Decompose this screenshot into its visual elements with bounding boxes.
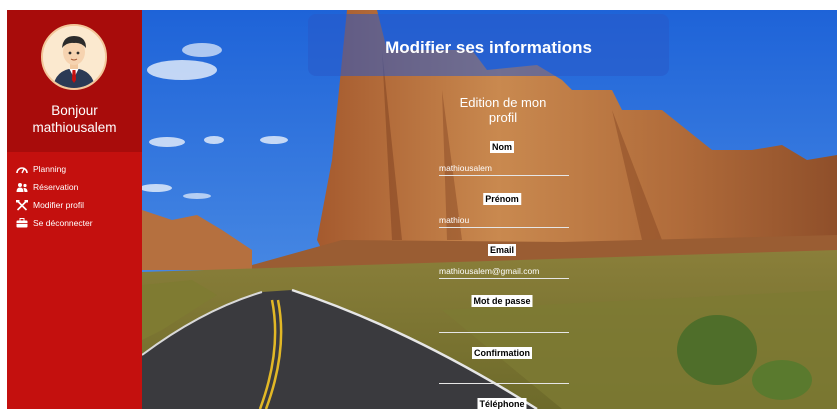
sidebar-item-planning[interactable]: Planning xyxy=(15,160,93,178)
page-title: Modifier ses informations xyxy=(385,38,592,57)
sidebar-item-label: Modifier profil xyxy=(33,200,85,210)
greeting: Bonjour mathiousalem xyxy=(7,102,142,136)
telephone-label: Téléphone xyxy=(477,398,527,409)
title-bar: Modifier ses informations xyxy=(308,14,669,76)
sidebar-item-label: Planning xyxy=(33,164,67,174)
password-label-wrap: Mot de passe xyxy=(437,295,567,307)
confirmation-label-wrap: Confirmation xyxy=(437,347,567,359)
confirmation-label: Confirmation xyxy=(472,347,532,359)
sidebar-menu: Planning Réservation Modifier profil Se … xyxy=(15,160,93,232)
users-icon xyxy=(15,181,29,193)
main-content: Modifier ses informations Edition de mon… xyxy=(142,10,837,409)
nom-label-wrap: Nom xyxy=(437,141,567,153)
nom-label: Nom xyxy=(490,141,514,153)
prenom-label-wrap: Prénom xyxy=(437,193,567,205)
tools-icon xyxy=(15,199,29,211)
form-heading: Edition de mon profil xyxy=(459,95,547,125)
password-label: Mot de passe xyxy=(471,295,533,307)
nom-input[interactable] xyxy=(439,161,569,176)
sidebar-item-label: Se déconnecter xyxy=(33,218,93,228)
password-input[interactable] xyxy=(439,318,569,333)
profile-header: Bonjour mathiousalem xyxy=(7,10,142,152)
greeting-text: Bonjour xyxy=(51,103,98,118)
telephone-label-wrap: Téléphone xyxy=(437,398,567,409)
username-text: mathiousalem xyxy=(32,120,117,135)
confirmation-input[interactable] xyxy=(439,369,569,384)
sidebar-item-reservation[interactable]: Réservation xyxy=(15,178,93,196)
prenom-label: Prénom xyxy=(483,193,521,205)
sidebar: Bonjour mathiousalem Planning Réservatio… xyxy=(7,10,142,409)
email-label-wrap: Email xyxy=(437,244,567,256)
avatar xyxy=(41,24,107,90)
sidebar-item-label: Réservation xyxy=(33,182,79,192)
briefcase-icon xyxy=(15,217,29,229)
email-label: Email xyxy=(487,244,517,256)
email-input[interactable] xyxy=(439,264,569,279)
sidebar-item-modifier-profil[interactable]: Modifier profil xyxy=(15,196,93,214)
prenom-input[interactable] xyxy=(439,213,569,228)
sidebar-item-se-deconnecter[interactable]: Se déconnecter xyxy=(15,214,93,232)
dashboard-icon xyxy=(15,163,29,175)
